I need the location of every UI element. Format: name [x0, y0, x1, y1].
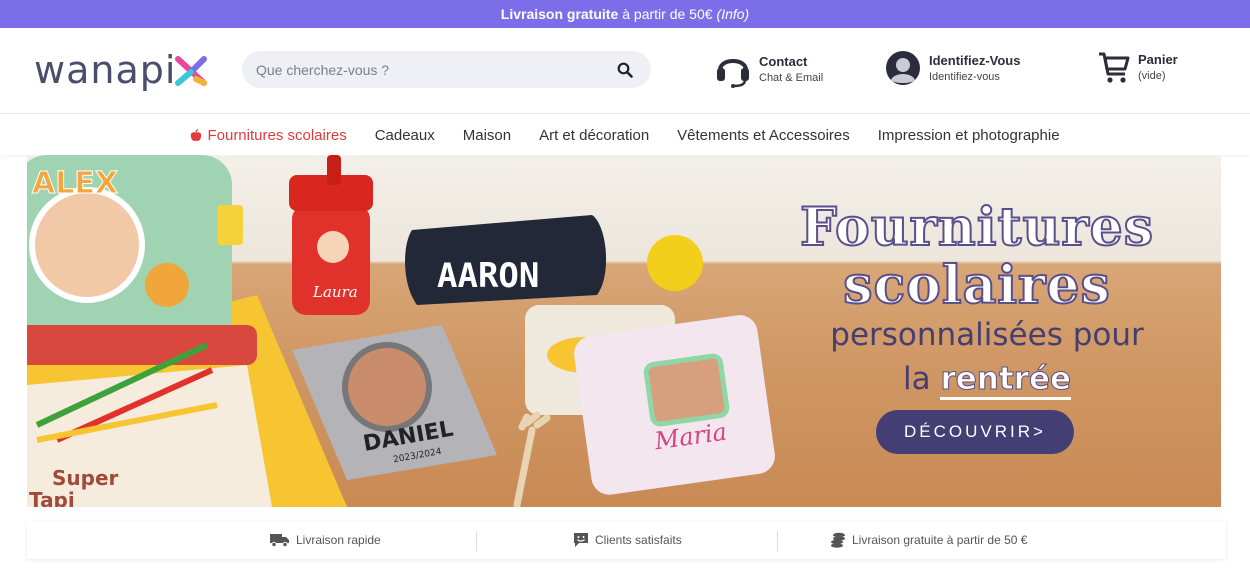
headset-icon — [717, 59, 749, 88]
truck-icon — [270, 534, 289, 547]
search-icon — [617, 62, 633, 78]
account-link[interactable]: Identifiez-Vous Identifiez-vous — [885, 50, 1020, 86]
user-avatar-icon — [886, 51, 920, 85]
discover-button[interactable]: DÉCOUVRIR> — [876, 410, 1074, 454]
book-word-2: Tapi — [29, 488, 75, 507]
contact-subtitle: Chat & Email — [759, 72, 824, 84]
bottle-name: Laura — [312, 283, 358, 301]
pencil-case-name: AARON — [437, 256, 539, 296]
account-title: Identifiez-Vous — [929, 53, 1021, 68]
hero-sub-line1: personnalisées pour — [830, 317, 1144, 353]
search-button[interactable] — [613, 58, 637, 82]
hero-banner[interactable]: ALEX Laura AARON DANIEL 2023/2024 Maria … — [27, 155, 1221, 507]
usp-bar: Livraison rapide Clients satisfaits Livr… — [27, 521, 1226, 559]
search-input[interactable] — [256, 61, 613, 78]
water-bottle-illustration: Laura — [289, 155, 373, 315]
pencil-case-illustration: AARON — [405, 215, 607, 305]
promo-strong: Livraison gratuite — [500, 6, 619, 22]
nav-item-art-decoration[interactable]: Art et décoration — [539, 127, 649, 144]
usp-divider — [476, 531, 477, 551]
account-subtitle: Identifiez-vous — [929, 71, 1000, 83]
nav-item-label: Cadeaux — [374, 126, 435, 144]
hero-title-line2: scolaires — [842, 255, 1111, 316]
search-bar — [242, 51, 651, 88]
nav-item-cadeaux[interactable]: Cadeaux — [375, 127, 435, 144]
apple-icon — [191, 128, 202, 141]
smiley-chat-icon — [574, 533, 588, 547]
main-nav: Fournitures scolaires Cadeaux Maison Art… — [0, 115, 1250, 155]
usp-divider — [777, 531, 778, 551]
backpack-illustration: ALEX — [27, 155, 257, 365]
promo-bar: Livraison gratuite à partir de 50€ (Info… — [0, 0, 1250, 28]
cart-subtitle: (vide) — [1138, 70, 1166, 82]
hero-sub-prefix: la — [902, 361, 931, 397]
logo-x-mark — [175, 56, 208, 86]
book-word-1: Super — [52, 466, 119, 490]
nav-item-impression[interactable]: Impression et photographie — [878, 127, 1060, 144]
nav-item-vetements[interactable]: Vêtements et Accessoires — [677, 127, 850, 144]
usp-item: Livraison gratuite à partir de 50 € — [830, 521, 1027, 559]
site-header: wanapi Contact Chat & Email — [0, 28, 1250, 114]
usp-label: Clients satisfaits — [595, 533, 682, 547]
hero-subtitle: personnalisées pour la rentrée — [787, 313, 1187, 401]
cart-icon — [1099, 52, 1130, 83]
cart-link[interactable]: Panier (vide) — [1098, 50, 1178, 84]
hero-sub-line2: la rentrée — [787, 357, 1187, 401]
nav-item-maison[interactable]: Maison — [463, 127, 511, 144]
nav-item-label: Fournitures scolaires — [207, 126, 347, 144]
usp-label: Livraison rapide — [296, 533, 381, 547]
hero-title-line1: Fournitures — [799, 197, 1155, 258]
logo[interactable]: wanapi — [34, 48, 208, 92]
usp-label: Livraison gratuite à partir de 50 € — [852, 533, 1028, 547]
logo-text: wanapi — [34, 48, 177, 92]
usp-item: Clients satisfaits — [573, 521, 682, 559]
usp-item: Livraison rapide — [270, 521, 381, 559]
nav-item-fournitures-scolaires[interactable]: Fournitures scolaires — [190, 126, 347, 144]
coins-icon — [831, 532, 845, 548]
lunchbox-illustration: Maria — [525, 305, 775, 495]
contact-link[interactable]: Contact Chat & Email — [715, 50, 823, 88]
backpack-name: ALEX — [32, 166, 118, 201]
cart-title: Panier — [1138, 52, 1178, 67]
hero-sub-highlight: rentrée — [940, 361, 1071, 400]
nav-item-label: Impression et photographie — [877, 126, 1060, 144]
nav-item-label: Maison — [462, 126, 512, 144]
nav-item-label: Vêtements et Accessoires — [677, 126, 850, 144]
nav-item-label: Art et décoration — [539, 126, 650, 144]
promo-text: à partir de 50€ — [622, 6, 713, 22]
hero-title: Fournitures scolaires — [777, 197, 1177, 316]
promo-info-link[interactable]: (Info) — [717, 6, 750, 22]
contact-title: Contact — [759, 54, 808, 69]
